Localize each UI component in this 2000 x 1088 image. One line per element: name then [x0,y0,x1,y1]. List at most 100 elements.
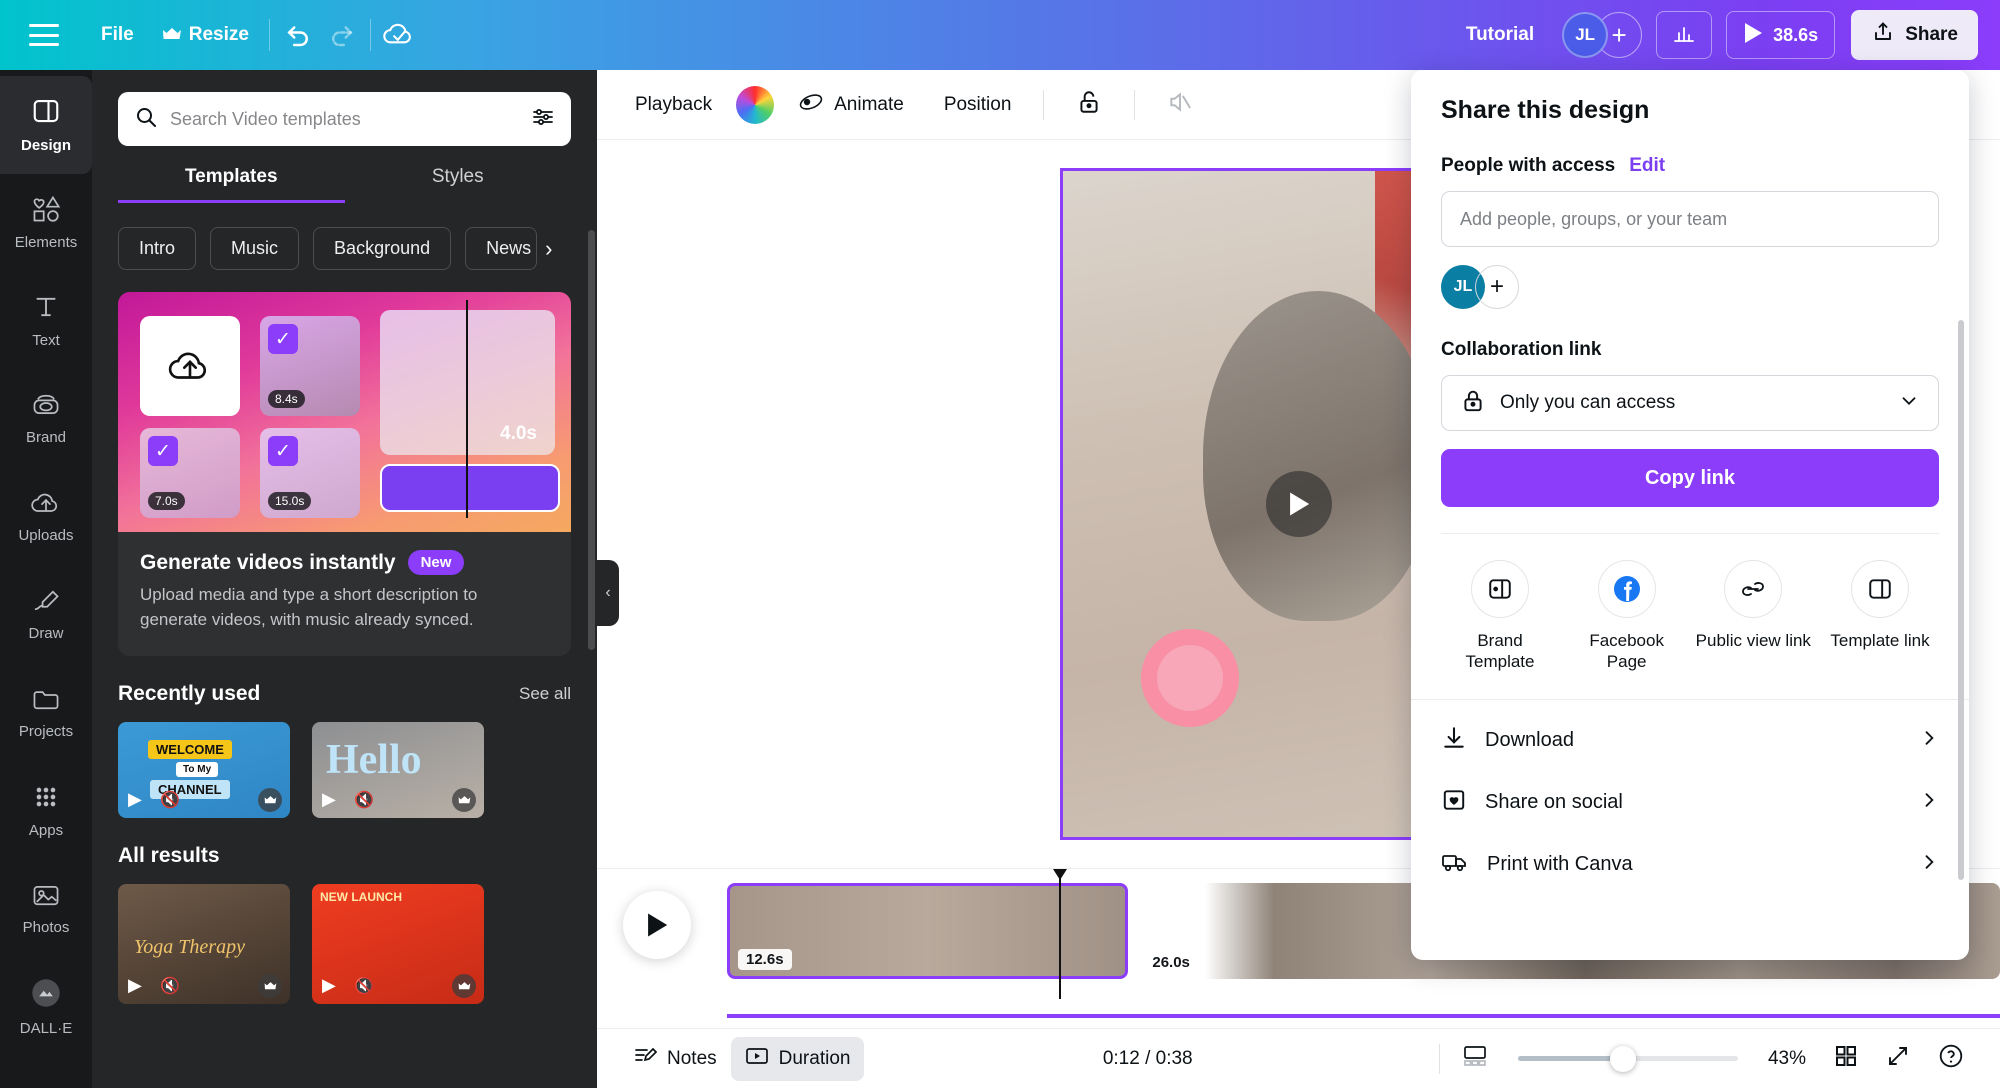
list-item[interactable]: NEW LAUNCH ▶ 🔇 [312,884,484,1004]
share-popover-scrollbar[interactable] [1958,320,1964,880]
sidebar-item-projects[interactable]: Projects [0,664,92,762]
duration-icon [745,1045,769,1073]
sidebar-item-apps[interactable]: Apps [0,762,92,860]
play-icon[interactable]: ▶ [322,789,336,810]
chevron-right-icon[interactable]: › [545,227,552,270]
sidebar-item-uploads[interactable]: Uploads [0,468,92,566]
zoom-slider[interactable] [1518,1056,1738,1061]
lock-button[interactable] [1060,79,1118,131]
mute-icon[interactable]: 🔇 [354,790,374,810]
plus-icon[interactable]: + [1475,265,1519,309]
play-icon[interactable]: ▶ [322,975,336,996]
chip-news[interactable]: News [465,227,537,270]
insights-button[interactable] [1656,11,1712,59]
video-cat [1203,291,1433,621]
list-item[interactable]: Yoga Therapy ▶ 🔇 [118,884,290,1004]
share-button[interactable]: Share [1851,10,1978,60]
share-item-share-on-social[interactable]: Share on social [1441,772,1939,834]
search-box[interactable] [118,92,571,146]
recently-used-thumbs: WELCOME To My CHANNEL ▶ 🔇 Hello ▶ 🔇 [92,706,597,818]
tab-styles[interactable]: Styles [345,166,572,203]
chip-intro[interactable]: Intro [118,227,196,270]
tab-templates[interactable]: Templates [118,166,345,203]
promo-card-generate-videos[interactable]: ✓ 8.4s 4.0s ✓ 7.0s ✓ 15.0s [118,292,571,656]
collaboration-link-select[interactable]: Only you can access [1441,375,1939,431]
panel-collapse-handle[interactable]: ‹ [597,560,619,626]
divider [1043,90,1044,120]
share-quick-actions: Brand Template Facebook Page Public view… [1411,534,1969,699]
sidebar-item-text[interactable]: Text [0,272,92,370]
quick-action-public-view-link[interactable]: Public view link [1694,560,1812,673]
help-button[interactable] [1924,1035,1978,1083]
play-circle-icon[interactable] [1266,471,1332,537]
playback-button[interactable]: Playback [619,84,728,126]
design-layout-icon [31,96,61,130]
zoom-slider-knob[interactable] [1610,1046,1636,1072]
cloud-saved-icon[interactable] [377,13,421,57]
share-item-download[interactable]: Download [1441,710,1939,772]
add-people-field[interactable] [1441,191,1939,247]
duration-button[interactable]: Duration [731,1037,865,1081]
resize-button[interactable]: Resize [148,16,263,55]
mute-icon[interactable]: 🔇 [160,790,180,810]
quick-action-facebook-page[interactable]: Facebook Page [1568,560,1686,673]
quick-action-label: Facebook Page [1568,630,1686,673]
share-item-print-with-canva[interactable]: Print with Canva [1441,834,1939,896]
see-all-link[interactable]: See all [519,684,571,704]
sidebar-item-elements[interactable]: Elements [0,174,92,272]
list-item[interactable]: WELCOME To My CHANNEL ▶ 🔇 [118,722,290,818]
animate-button[interactable]: Animate [782,80,920,130]
timeline-play-button[interactable] [623,891,691,959]
chip-background[interactable]: Background [313,227,451,270]
filter-sliders-icon[interactable] [531,105,555,134]
play-icon[interactable]: ▶ [128,789,142,810]
collaboration-link-label: Collaboration link [1441,339,1939,361]
redo-icon[interactable] [320,13,364,57]
text-t-icon [32,293,60,325]
mute-icon[interactable]: 🔇 [354,976,374,996]
divider [370,19,371,51]
preview-duration-button[interactable]: 38.6s [1726,11,1835,59]
file-menu-button[interactable]: File [87,16,148,54]
color-wheel-icon[interactable] [736,86,774,124]
avatar[interactable]: JL [1562,12,1608,58]
quick-action-brand-template[interactable]: Brand Template [1441,560,1559,673]
duration-label: Duration [779,1048,851,1070]
quick-action-template-link[interactable]: Template link [1821,560,1939,673]
fullscreen-button[interactable] [1872,1036,1924,1082]
undo-icon[interactable] [276,13,320,57]
quick-action-label: Template link [1830,630,1929,651]
position-button[interactable]: Position [928,84,1028,126]
hamburger-icon[interactable] [29,24,59,46]
mute-icon[interactable]: 🔇 [160,976,180,996]
sidebar-item-dalle[interactable]: DALL·E [0,958,92,1056]
chip-music[interactable]: Music [210,227,299,270]
sidebar-item-design[interactable]: Design [0,76,92,174]
notes-button[interactable]: Notes [619,1036,731,1082]
sidebar-item-photos[interactable]: Photos [0,860,92,958]
tutorial-button[interactable]: Tutorial [1452,16,1548,54]
sidebar-item-draw[interactable]: Draw [0,566,92,664]
notes-icon [633,1044,657,1074]
grid-view-button[interactable] [1820,1036,1872,1082]
playhead[interactable] [1059,875,1061,999]
timeline-view-button[interactable] [1448,1036,1502,1082]
list-item[interactable]: Hello ▶ 🔇 [312,722,484,818]
folder-icon [31,686,61,716]
bar-chart-icon [1672,21,1696,50]
mute-button[interactable] [1151,79,1209,131]
panel-scrollbar[interactable] [588,230,595,650]
sidebar-item-brand[interactable]: Brand [0,370,92,468]
zoom-level[interactable]: 43% [1754,1040,1820,1078]
timeline-clip[interactable]: 12.6s [727,883,1128,979]
timeline-progress[interactable] [727,1014,2000,1018]
copy-link-button[interactable]: Copy link [1441,449,1939,507]
play-icon[interactable]: ▶ [128,975,142,996]
recently-used-header: Recently used See all [92,656,597,706]
crown-icon [258,788,282,812]
thumb-caption: Yoga Therapy [134,936,245,959]
search-input[interactable] [170,109,519,130]
cloud-upload-icon [30,490,62,520]
edit-access-link[interactable]: Edit [1629,155,1665,177]
add-people-input[interactable] [1460,209,1920,230]
